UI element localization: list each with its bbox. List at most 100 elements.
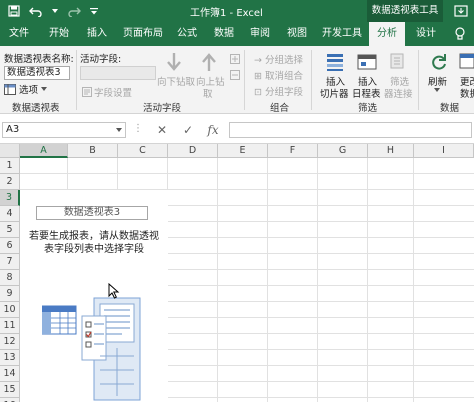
row-header-3[interactable]: 3	[0, 190, 20, 206]
tab-view[interactable]: 视图	[281, 22, 313, 46]
expand-field-icon[interactable]	[230, 54, 240, 64]
save-icon[interactable]	[8, 5, 20, 17]
formula-bar: A3 ⋮ ✕ ✓ fx	[0, 114, 474, 144]
ungroup-button[interactable]: ⊞ 取消组合	[254, 68, 303, 82]
group-selection-label: 分组选择	[264, 55, 303, 66]
group-label-active-field: 活动字段	[143, 103, 182, 114]
field-settings-icon	[82, 87, 92, 97]
timeline-icon[interactable]	[357, 52, 377, 72]
insert-function-icon[interactable]: fx	[205, 122, 221, 138]
pivot-instructions-line-1: 若要生成报表，请从数据透视	[29, 231, 159, 242]
chevron-down-icon[interactable]	[116, 128, 122, 132]
row-header-10[interactable]: 10	[0, 302, 20, 318]
row-header-5[interactable]: 5	[0, 222, 20, 238]
row-header-14[interactable]: 14	[0, 366, 20, 382]
ribbon-separator	[418, 50, 419, 110]
row-header-16[interactable]: 16	[0, 398, 20, 402]
row-header-15[interactable]: 15	[0, 382, 20, 398]
active-field-label: 活动字段:	[80, 54, 122, 65]
cell-reference: A3	[6, 124, 20, 135]
pivot-table-illustration-icon	[42, 297, 141, 401]
column-header-b[interactable]: B	[68, 144, 118, 158]
options-label: 选项	[19, 85, 39, 96]
tab-developer[interactable]: 开发工具	[319, 22, 365, 46]
row-header-8[interactable]: 8	[0, 270, 20, 286]
chevron-down-icon[interactable]	[434, 88, 440, 93]
drill-down-label: 向下钻取	[157, 77, 196, 88]
column-header-h[interactable]: H	[368, 144, 414, 158]
name-box[interactable]: A3	[2, 122, 126, 138]
title-bar: 工作簿1 - Excel 数据透视表工具	[0, 0, 474, 22]
column-header-i[interactable]: I	[414, 144, 474, 158]
field-settings-label: 字段设置	[94, 88, 133, 99]
group-label-data: 数据	[440, 103, 460, 114]
row-header-4[interactable]: 4	[0, 206, 20, 222]
lightbulb-icon[interactable]	[452, 26, 468, 42]
mouse-cursor-icon	[108, 283, 120, 299]
change-source-icon[interactable]	[458, 52, 474, 72]
pivot-table-placeholder[interactable]: 数据透视表3 若要生成报表，请从数据透视 表字段列表中选择字段	[20, 190, 168, 402]
tab-file[interactable]: 文件	[2, 22, 36, 46]
customize-qat-icon[interactable]	[90, 7, 98, 15]
refresh-label: 刷新	[428, 77, 448, 88]
drill-up-label-2: 取	[203, 89, 213, 100]
column-header-g[interactable]: G	[318, 144, 368, 158]
group-field-button[interactable]: ⊡ 分组字段	[254, 84, 303, 98]
group-field-label: 分组字段	[264, 87, 303, 98]
column-header-a[interactable]: A	[20, 144, 68, 158]
pivot-name-input[interactable]: 数据透视表3	[4, 66, 70, 80]
change-source-label-2: 数据	[460, 89, 474, 100]
context-tab-title: 数据透视表工具	[367, 0, 443, 22]
column-header-e[interactable]: E	[218, 144, 268, 158]
ribbon-tab-bar: 文件 开始 插入 页面布局 公式 数据 审阅 视图 开发工具 分析 设计	[0, 22, 474, 46]
enter-icon[interactable]: ✓	[180, 122, 196, 138]
tab-design[interactable]: 设计	[410, 22, 442, 46]
ribbon: 数据透视表名称: 数据透视表3 选项 数据透视表 活动字段: 字段设置 向下钻取…	[0, 46, 474, 114]
gridline	[20, 173, 474, 174]
column-header-d[interactable]: D	[168, 144, 218, 158]
row-header-7[interactable]: 7	[0, 254, 20, 270]
row-header-9[interactable]: 9	[0, 286, 20, 302]
row-header-6[interactable]: 6	[0, 238, 20, 254]
row-header-13[interactable]: 13	[0, 350, 20, 366]
drill-down-icon[interactable]	[165, 52, 183, 72]
tab-insert[interactable]: 插入	[80, 22, 114, 46]
undo-icon[interactable]	[29, 5, 43, 17]
pivot-name-label: 数据透视表名称:	[4, 54, 74, 65]
active-field-input[interactable]	[80, 66, 156, 80]
redo-icon[interactable]	[67, 5, 81, 17]
tab-formulas[interactable]: 公式	[172, 22, 202, 46]
row-header-2[interactable]: 2	[0, 174, 20, 190]
column-header-c[interactable]: C	[118, 144, 168, 158]
tab-analyze[interactable]: 分析	[369, 22, 405, 46]
group-selection-button[interactable]: → 分组选择	[254, 52, 303, 66]
ribbon-display-options-icon[interactable]	[452, 2, 470, 20]
worksheet-grid[interactable]: A B C D E F G H I 1 2 3 4 5 6 7 8 9 10 1…	[0, 144, 474, 402]
select-all-button[interactable]	[0, 144, 20, 158]
tab-review[interactable]: 审阅	[244, 22, 276, 46]
row-header-1[interactable]: 1	[0, 158, 20, 174]
cancel-icon[interactable]: ✕	[154, 122, 170, 138]
column-header-f[interactable]: F	[268, 144, 318, 158]
row-header-12[interactable]: 12	[0, 334, 20, 350]
group-label-pivot: 数据透视表	[12, 103, 60, 114]
drill-up-icon[interactable]	[200, 52, 218, 72]
undo-dropdown-icon[interactable]	[52, 8, 58, 14]
tab-home[interactable]: 开始	[42, 22, 76, 46]
pivot-table-name: 数据透视表3	[36, 206, 148, 220]
tab-data[interactable]: 数据	[208, 22, 240, 46]
formula-input[interactable]	[229, 122, 472, 138]
tab-page-layout[interactable]: 页面布局	[118, 22, 168, 46]
slicer-icon[interactable]	[325, 52, 345, 72]
filter-connections-icon[interactable]	[389, 52, 409, 72]
row-header-11[interactable]: 11	[0, 318, 20, 334]
filter-connections-label-2: 器连接	[384, 89, 413, 100]
formula-bar-grip-icon[interactable]: ⋮	[133, 123, 143, 134]
ribbon-separator	[76, 50, 77, 110]
collapse-field-icon[interactable]	[230, 70, 240, 80]
options-button[interactable]: 选项	[4, 82, 48, 96]
group-label-group: 组合	[270, 103, 290, 114]
field-settings-button[interactable]: 字段设置	[82, 85, 132, 99]
pivot-instructions: 若要生成报表，请从数据透视 表字段列表中选择字段	[22, 230, 166, 256]
refresh-icon[interactable]	[429, 52, 449, 72]
